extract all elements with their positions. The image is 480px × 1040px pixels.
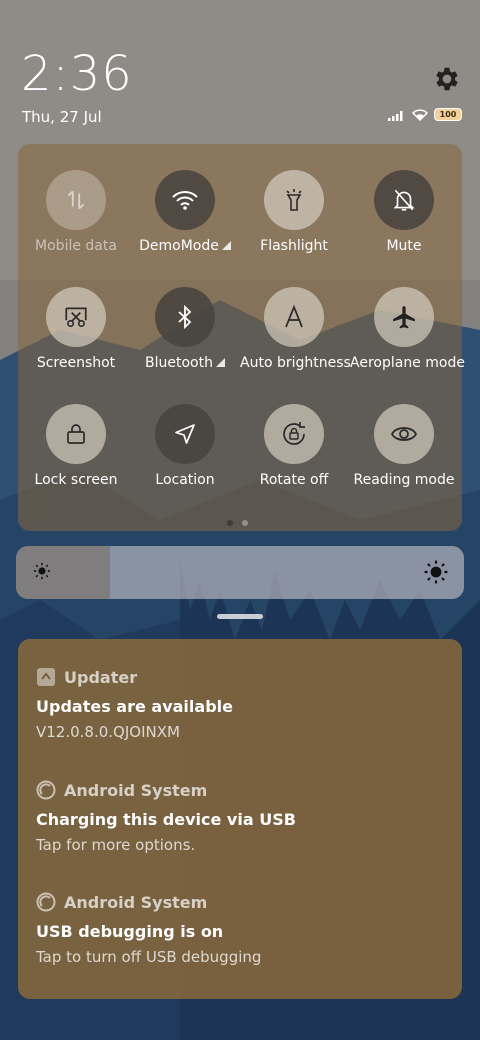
tile-label: Mobile data [35,238,117,254]
expand-arrow-icon [215,358,225,367]
mobile-data-icon [46,170,106,230]
tile-label-text: Bluetooth [145,355,213,371]
notification-app-name: Android System [64,892,208,912]
notification-app-name: Updater [64,667,138,687]
notification-item[interactable]: Android System USB debugging is on Tap t… [36,892,446,966]
quick-settings-panel: Mobile data DemoMode Flashlight Mute Scr… [18,144,465,531]
date-label: Thu, 27 Jul [22,108,102,126]
brightness-high-icon [424,560,448,584]
page-dot-active[interactable] [227,520,233,526]
notification-item[interactable]: Android System Charging this device via … [36,780,446,854]
tile-label: Lock screen [34,472,118,488]
android-system-icon [36,892,56,912]
notification-body: Tap for more options. [36,836,196,854]
tile-label: Reading mode [353,472,455,488]
expand-arrow-icon [221,241,231,250]
auto-brightness-icon [264,287,324,347]
tile-demomode[interactable]: DemoMode [131,170,239,254]
tile-screenshot[interactable]: Screenshot [22,287,130,371]
rotate-lock-icon [264,404,324,464]
notification-title: Charging this device via USB [36,810,296,829]
wifi-icon [155,170,215,230]
notification-app-name: Android System [64,780,208,800]
tile-label: Bluetooth [131,355,239,371]
page-indicator [227,520,248,526]
tile-label-text: DemoMode [139,238,219,254]
tile-mute[interactable]: Mute [350,170,458,254]
tile-flashlight[interactable]: Flashlight [240,170,348,254]
notification-header: Android System [36,780,446,800]
bluetooth-icon [155,287,215,347]
drag-handle[interactable] [217,614,263,619]
notification-body: V12.0.8.0.QJOINXM [36,723,180,741]
flashlight-icon [264,170,324,230]
battery-indicator: 100 [434,108,462,121]
tile-label: Screenshot [36,355,116,371]
tile-aeroplane-mode[interactable]: Aeroplane mode [350,287,465,371]
android-system-icon [36,780,56,800]
tile-rotate-off[interactable]: Rotate off [240,404,348,488]
notification-header: Android System [36,892,446,912]
tile-bluetooth[interactable]: Bluetooth [131,287,239,371]
tile-lock-screen[interactable]: Lock screen [22,404,130,488]
tile-label: Location [155,472,215,488]
tile-label: Auto brightness [240,355,351,371]
notification-title: Updates are available [36,697,233,716]
clock-time: 2:36 [21,46,133,102]
tile-label: Flashlight [260,238,328,254]
screenshot-icon [46,287,106,347]
tile-reading-mode[interactable]: Reading mode [350,404,458,488]
system-status-icons: 100 [388,108,462,121]
page-dot[interactable] [242,520,248,526]
lock-icon [46,404,106,464]
notification-header: Updater [36,667,446,687]
tile-label: Aeroplane mode [350,355,465,371]
tile-label: Mute [386,238,422,254]
bell-off-icon [374,170,434,230]
tile-mobile-data[interactable]: Mobile data [22,170,130,254]
brightness-slider[interactable] [16,546,464,599]
signal-icon [388,110,403,121]
airplane-icon [374,287,434,347]
tile-location[interactable]: Location [131,404,239,488]
notification-body: Tap to turn off USB debugging [36,948,262,966]
notification-title: USB debugging is on [36,922,224,941]
brightness-fill [16,546,111,599]
eye-icon [374,404,434,464]
location-icon [155,404,215,464]
tile-label: Rotate off [259,472,329,488]
updater-app-icon [37,668,55,686]
tile-auto-brightness[interactable]: Auto brightness [240,287,351,371]
tile-label: DemoMode [131,238,239,254]
notification-item[interactable]: Updater Updates are available V12.0.8.0.… [36,667,446,742]
wifi-status-icon [412,108,428,121]
brightness-low-icon [33,562,51,580]
notification-panel: Updater Updates are available V12.0.8.0.… [18,639,462,999]
gear-icon[interactable] [432,64,462,94]
